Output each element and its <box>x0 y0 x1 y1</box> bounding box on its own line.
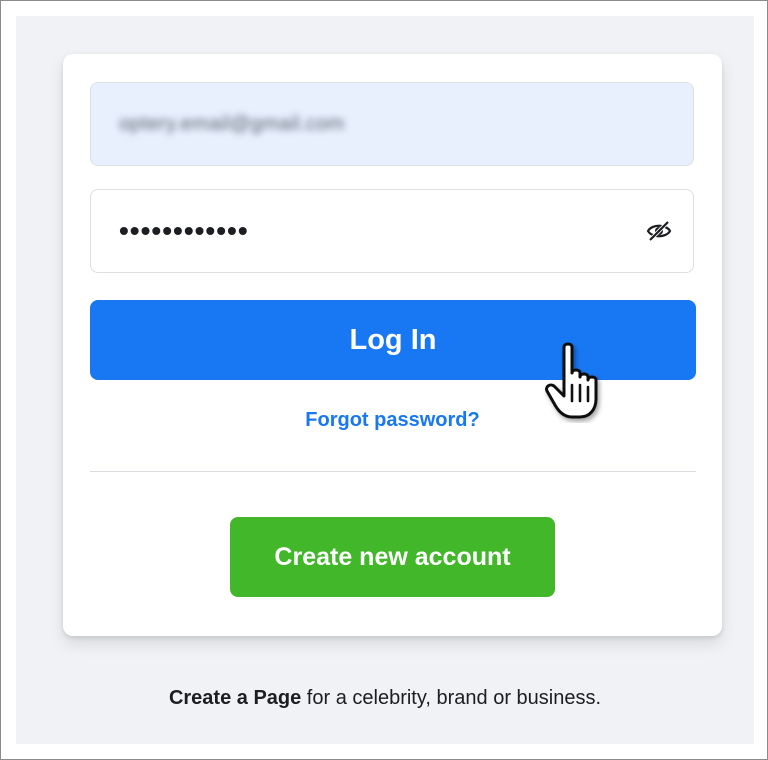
password-value: •••••••••••• <box>119 215 249 246</box>
create-account-button[interactable]: Create new account <box>230 517 555 597</box>
divider <box>90 471 696 472</box>
login-button[interactable]: Log In <box>90 300 696 380</box>
create-page-description: for a celebrity, brand or business. <box>301 687 602 709</box>
login-card: optery.email@gmail.com •••••••••••• Log … <box>63 54 722 636</box>
email-value: optery.email@gmail.com <box>119 112 345 135</box>
forgot-password-link[interactable]: Forgot password? <box>63 409 722 432</box>
create-page-link[interactable]: Create a Page <box>169 687 301 709</box>
create-page-text: Create a Page for a celebrity, brand or … <box>16 687 754 710</box>
screenshot-frame: optery.email@gmail.com •••••••••••• Log … <box>0 0 768 760</box>
eye-slash-icon[interactable] <box>645 217 673 245</box>
password-field[interactable]: •••••••••••• <box>90 189 694 273</box>
email-field[interactable]: optery.email@gmail.com <box>90 82 694 166</box>
